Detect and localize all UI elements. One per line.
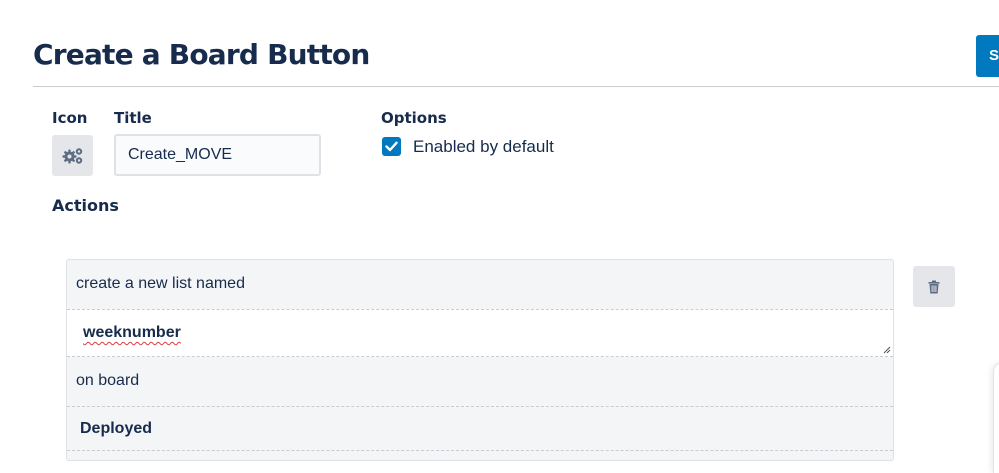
enabled-label: Enabled by default [413, 137, 554, 156]
actions-label: Actions [52, 196, 119, 215]
action-text-2: on board [76, 372, 140, 389]
title-input[interactable] [114, 134, 321, 176]
enabled-checkbox[interactable] [382, 137, 401, 156]
action-card: create a new list named weeknumber on bo… [66, 259, 894, 461]
trash-icon [928, 280, 940, 293]
options-label: Options [381, 109, 447, 127]
gears-icon [62, 147, 82, 164]
resize-handle-icon[interactable] [883, 346, 891, 354]
page-title: Create a Board Button [33, 38, 370, 71]
checkmark-icon [385, 141, 398, 152]
board-value: Deployed [80, 420, 153, 437]
action-text-1: create a new list named [76, 275, 245, 292]
action-row-divider [67, 450, 893, 460]
delete-action-button[interactable] [913, 266, 955, 307]
save-button[interactable]: S [976, 35, 999, 77]
list-name-input[interactable]: weeknumber [67, 309, 893, 357]
side-panel-edge [993, 362, 999, 473]
icon-picker-button[interactable] [52, 135, 93, 176]
icon-label: Icon [52, 109, 88, 127]
title-label: Title [114, 109, 152, 127]
list-name-value: weeknumber [83, 324, 181, 341]
board-select[interactable]: Deployed [67, 406, 893, 450]
header-divider [33, 86, 999, 87]
